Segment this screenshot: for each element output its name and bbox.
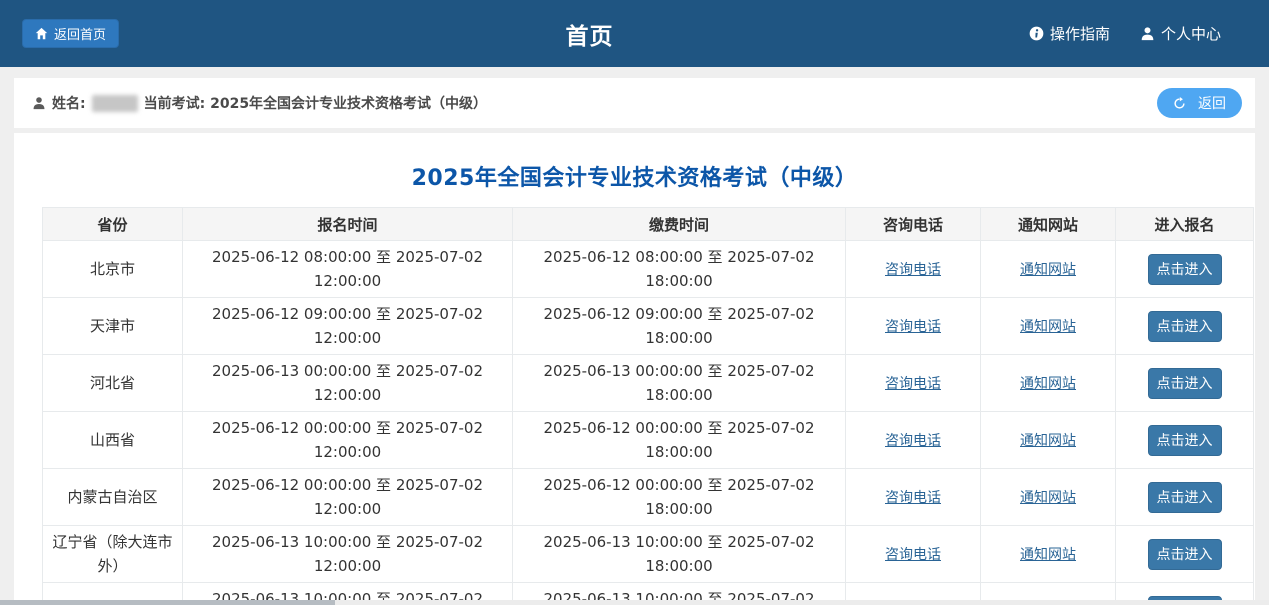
enter-registration-button[interactable]: 点击进入: [1148, 425, 1222, 456]
enter-registration-button[interactable]: 点击进入: [1148, 254, 1222, 285]
pay-time-cell: 2025-06-12 00:00:00 至 2025-07-02 18:00:0…: [543, 476, 814, 518]
current-exam-value: 2025年全国会计专业技术资格考试（中级）: [210, 93, 487, 113]
consult-phone-link[interactable]: 咨询电话: [885, 490, 941, 506]
consult-phone-link[interactable]: 咨询电话: [885, 262, 941, 278]
register-time-cell: 2025-06-12 08:00:00 至 2025-07-02 12:00:0…: [212, 248, 483, 290]
user-name-redacted: [92, 95, 138, 112]
user-info-bar: 姓名: 当前考试: 2025年全国会计专业技术资格考试（中级） 返回: [14, 78, 1255, 128]
table-row: 天津市 2025-06-12 09:00:00 至 2025-07-02 12:0…: [43, 298, 1254, 355]
user-icon: [1140, 26, 1155, 41]
return-button[interactable]: 返回: [1157, 88, 1242, 118]
notice-site-link[interactable]: 通知网站: [1020, 376, 1076, 392]
table-row: 辽宁省（除大连市外） 2025-06-13 10:00:00 至 2025-07-…: [43, 526, 1254, 583]
notice-site-link[interactable]: 通知网站: [1020, 319, 1076, 335]
pay-time-cell: 2025-06-12 09:00:00 至 2025-07-02 18:00:0…: [543, 305, 814, 347]
consult-phone-link[interactable]: 咨询电话: [885, 376, 941, 392]
main-content-card: 2025年全国会计专业技术资格考试（中级） 省份 报名时间 缴费时间 咨询电话 …: [14, 133, 1255, 605]
province-cell: 北京市: [90, 260, 135, 278]
table-row: 山西省 2025-06-12 00:00:00 至 2025-07-02 12:0…: [43, 412, 1254, 469]
horizontal-scrollbar-thumb[interactable]: [0, 600, 335, 605]
pay-time-cell: 2025-06-12 00:00:00 至 2025-07-02 18:00:0…: [543, 419, 814, 461]
notice-site-link[interactable]: 通知网站: [1020, 547, 1076, 563]
register-time-cell: 2025-06-12 00:00:00 至 2025-07-02 12:00:0…: [212, 476, 483, 518]
personal-center-label: 个人中心: [1161, 23, 1221, 44]
table-row: 内蒙古自治区 2025-06-12 00:00:00 至 2025-07-02 1…: [43, 469, 1254, 526]
province-cell: 辽宁省（除大连市外）: [52, 533, 172, 575]
col-header-phone: 咨询电话: [846, 208, 981, 241]
col-header-pay-time: 缴费时间: [513, 208, 846, 241]
enter-registration-button[interactable]: 点击进入: [1148, 368, 1222, 399]
register-time-cell: 2025-06-12 09:00:00 至 2025-07-02 12:00:0…: [212, 305, 483, 347]
notice-site-link[interactable]: 通知网站: [1020, 262, 1076, 278]
current-exam-label: 当前考试:: [144, 93, 206, 113]
pay-time-cell: 2025-06-12 08:00:00 至 2025-07-02 18:00:0…: [543, 248, 814, 290]
notice-site-link[interactable]: 通知网站: [1020, 433, 1076, 449]
page-title: 首页: [0, 17, 1179, 51]
top-navigation-bar: 返回首页 首页 操作指南 个人中心: [0, 0, 1269, 67]
enter-registration-button[interactable]: 点击进入: [1148, 539, 1222, 570]
personal-center-link[interactable]: 个人中心: [1140, 23, 1221, 44]
enter-registration-button[interactable]: 点击进入: [1148, 482, 1222, 513]
horizontal-scrollbar[interactable]: [0, 600, 1269, 605]
province-cell: 内蒙古自治区: [67, 488, 157, 506]
refresh-icon: [1173, 97, 1186, 110]
province-cell: 河北省: [90, 374, 135, 392]
topbar-right-group: 操作指南 个人中心: [1029, 0, 1221, 67]
register-time-cell: 2025-06-13 00:00:00 至 2025-07-02 12:00:0…: [212, 362, 483, 404]
name-label: 姓名:: [52, 93, 86, 113]
operation-guide-label: 操作指南: [1050, 23, 1110, 44]
table-row: 北京市 2025-06-12 08:00:00 至 2025-07-02 12:0…: [43, 241, 1254, 298]
return-label: 返回: [1198, 93, 1226, 113]
notice-site-link[interactable]: 通知网站: [1020, 490, 1076, 506]
info-icon: [1029, 26, 1044, 41]
table-header-row: 省份 报名时间 缴费时间 咨询电话 通知网站 进入报名: [43, 208, 1254, 241]
col-header-register-time: 报名时间: [183, 208, 513, 241]
province-registration-table: 省份 报名时间 缴费时间 咨询电话 通知网站 进入报名 北京市 2025-06-1…: [42, 207, 1254, 605]
consult-phone-link[interactable]: 咨询电话: [885, 433, 941, 449]
consult-phone-link[interactable]: 咨询电话: [885, 319, 941, 335]
register-time-cell: 2025-06-13 10:00:00 至 2025-07-02 12:00:0…: [212, 533, 483, 575]
consult-phone-link[interactable]: 咨询电话: [885, 547, 941, 563]
register-time-cell: 2025-06-12 00:00:00 至 2025-07-02 12:00:0…: [212, 419, 483, 461]
enter-registration-button[interactable]: 点击进入: [1148, 311, 1222, 342]
col-header-site: 通知网站: [981, 208, 1116, 241]
exam-title: 2025年全国会计专业技术资格考试（中级）: [42, 160, 1227, 192]
pay-time-cell: 2025-06-13 00:00:00 至 2025-07-02 18:00:0…: [543, 362, 814, 404]
col-header-enter: 进入报名: [1116, 208, 1254, 241]
col-header-province: 省份: [43, 208, 183, 241]
user-icon-small: [32, 96, 46, 110]
table-row: 河北省 2025-06-13 00:00:00 至 2025-07-02 12:0…: [43, 355, 1254, 412]
province-cell: 山西省: [90, 431, 135, 449]
pay-time-cell: 2025-06-13 10:00:00 至 2025-07-02 18:00:0…: [543, 533, 814, 575]
province-cell: 天津市: [90, 317, 135, 335]
operation-guide-link[interactable]: 操作指南: [1029, 23, 1110, 44]
